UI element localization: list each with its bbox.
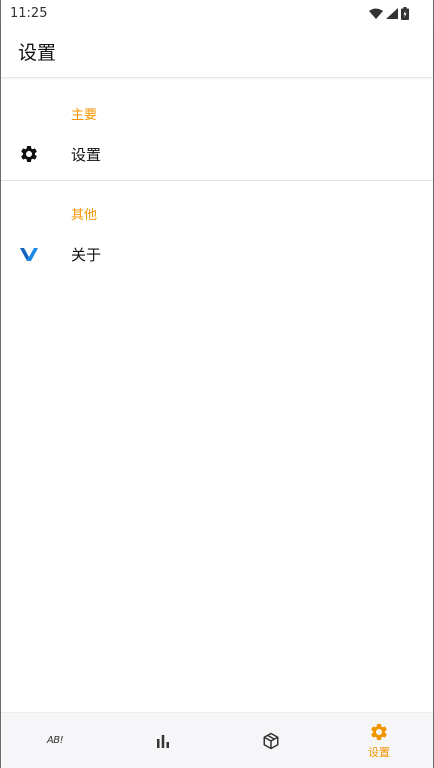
gear-icon (369, 722, 389, 742)
bottom-navigation: AB! 设置 (1, 712, 433, 768)
battery-icon (401, 6, 409, 20)
bar-chart-icon (155, 733, 171, 749)
list-item-about[interactable]: 关于 (1, 228, 433, 280)
status-time: 11:25 (10, 5, 48, 21)
app-bar: 设置 (1, 26, 433, 78)
wifi-icon (369, 8, 383, 19)
app-screen: 11:25 设置 主要 设置 其他 关于 AB! 设置 (0, 0, 434, 768)
section-header-main: 主要 (71, 108, 98, 123)
abc-text-icon: AB! (46, 735, 64, 746)
list-item-settings[interactable]: 设置 (1, 128, 433, 180)
nav-item-package[interactable] (217, 713, 325, 768)
list-item-label: 关于 (71, 245, 102, 264)
nav-label-settings: 设置 (368, 745, 390, 759)
status-icons (369, 6, 409, 20)
gear-icon (18, 143, 40, 165)
nav-item-stats[interactable] (109, 713, 217, 768)
package-box-icon (262, 732, 280, 750)
cellular-signal-icon (386, 7, 398, 19)
section-divider (1, 180, 433, 181)
v-logo-icon (18, 243, 40, 265)
nav-item-settings[interactable]: 设置 (325, 713, 433, 768)
section-header-other: 其他 (71, 208, 98, 223)
status-bar: 11:25 (1, 0, 433, 26)
nav-item-text[interactable]: AB! (1, 713, 109, 768)
list-item-label: 设置 (71, 145, 102, 164)
page-title: 设置 (18, 42, 57, 64)
